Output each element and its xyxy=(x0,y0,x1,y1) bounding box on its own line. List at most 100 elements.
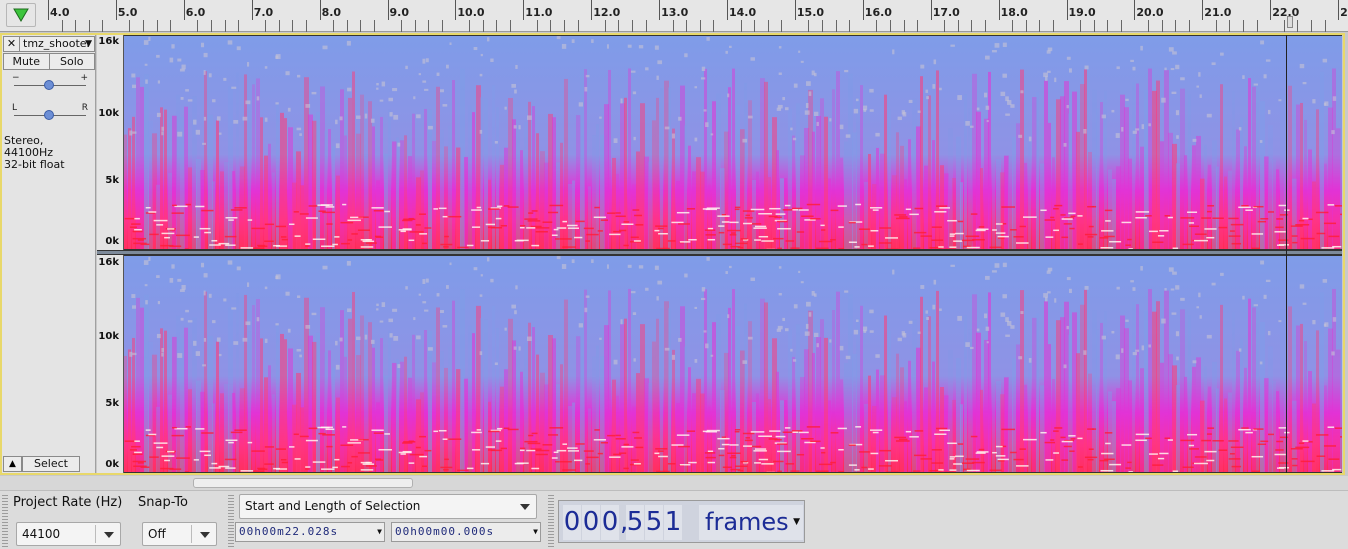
timeline-ruler[interactable]: 4.0 5.0 6.0 7.0 8.0 9.0 10.0 11.0 12.0 13.0 14.0 15… xyxy=(0,0,1348,32)
snap-to-value: Off xyxy=(148,527,166,541)
ruler-minor-tick xyxy=(917,20,919,32)
pan-slider-thumb[interactable] xyxy=(44,110,54,120)
ruler-minor-tick xyxy=(835,20,837,32)
selection-start-time[interactable]: 00h00m22.028s ▼ xyxy=(235,522,385,542)
track-name-label: tmz_shooter xyxy=(23,37,92,50)
ruler-tick-label: 9.0 xyxy=(389,6,410,19)
ruler-minor-tick xyxy=(1256,20,1258,32)
ruler-minor-tick xyxy=(143,20,145,32)
toolbar-grip[interactable] xyxy=(2,493,8,547)
ruler-minor-tick xyxy=(971,20,973,32)
ruler-tick-label: 13.0 xyxy=(661,6,689,19)
project-rate-combobox[interactable]: 44100 xyxy=(16,522,121,546)
ruler-tick-label: 8.0 xyxy=(321,6,342,19)
scale-label: 16k xyxy=(98,257,119,268)
ruler-major-tick xyxy=(455,0,457,20)
ruler-major-tick xyxy=(727,0,728,20)
chevron-down-icon xyxy=(520,504,530,510)
ruler-major-tick xyxy=(319,0,321,20)
ruler-tick-label: 15.0 xyxy=(796,6,825,19)
track-control-panel: ✕ tmz_shooter ▼ Mute Solo − + L R Stereo… xyxy=(2,35,96,473)
select-track-button[interactable]: Select xyxy=(22,456,80,472)
ruler-minor-tick xyxy=(428,20,430,32)
ruler-tick-label: 7.0 xyxy=(253,6,274,19)
ruler-tick-label: 11.0 xyxy=(525,6,553,19)
spectrogram-right-channel[interactable] xyxy=(124,255,1342,473)
track-info: Stereo, 44100Hz 32-bit float xyxy=(4,135,95,171)
spectrogram-left-channel[interactable] xyxy=(124,35,1342,250)
chevron-down-icon xyxy=(200,532,210,538)
ruler-tick-label: 6.0 xyxy=(185,6,206,19)
ruler-minor-tick xyxy=(822,20,824,32)
chevron-down-icon: ▼ xyxy=(377,527,383,536)
spectrogram-image xyxy=(124,36,1342,249)
ruler-minor-tick xyxy=(197,20,199,32)
ruler-minor-tick xyxy=(645,20,647,32)
ruler-minor-tick xyxy=(808,20,810,32)
gain-slider[interactable]: − + xyxy=(12,73,88,95)
ruler-minor-tick xyxy=(604,20,606,32)
ruler-major-tick xyxy=(387,0,389,20)
ruler-tick-label: 4.0 xyxy=(50,6,70,19)
ruler-minor-tick xyxy=(849,20,851,32)
horizontal-scrollbar[interactable] xyxy=(0,476,1348,490)
ruler-minor-tick xyxy=(1080,20,1082,32)
track-format-line: Stereo, 44100Hz xyxy=(4,134,54,159)
horizontal-scrollbar-thumb[interactable] xyxy=(193,478,413,488)
ruler-tick-label: 18.0 xyxy=(1000,6,1028,19)
ruler-major-tick xyxy=(48,0,49,20)
audio-position-display[interactable]: 000,551 frames ▼ xyxy=(558,500,805,543)
ruler-tick-label: 19.0 xyxy=(1068,6,1096,19)
snap-to-combobox[interactable]: Off xyxy=(142,522,217,546)
vertical-scale-left-channel[interactable]: 16k 10k 5k 0k xyxy=(97,35,124,250)
ruler-minor-tick xyxy=(292,20,294,32)
ruler-minor-tick xyxy=(618,20,620,32)
ruler-major-tick xyxy=(1134,0,1136,20)
ruler-major-tick xyxy=(523,0,525,20)
ruler-minor-tick xyxy=(1188,20,1190,32)
collapse-track-button[interactable]: ▲ xyxy=(3,456,22,472)
ruler-minor-tick xyxy=(1107,20,1109,32)
toolbar-grip[interactable] xyxy=(548,493,554,547)
ruler-tick-label: 20.0 xyxy=(1136,6,1164,19)
chevron-down-icon: ▼ xyxy=(85,39,92,49)
ruler-tick-label: 22.0 xyxy=(1272,6,1300,19)
vertical-scale-right-channel[interactable]: 16k 10k 5k 0k xyxy=(97,255,124,473)
audio-position-unit-menu[interactable]: frames ▼ xyxy=(699,505,803,540)
project-rate-value: 44100 xyxy=(22,527,61,541)
ruler-major-tick xyxy=(1270,0,1272,20)
ruler-minor-tick xyxy=(1012,20,1014,32)
ruler-minor-tick xyxy=(767,20,769,32)
selection-mode-combobox[interactable]: Start and Length of Selection xyxy=(239,494,537,519)
ruler-minor-tick xyxy=(631,20,633,32)
gain-minus-label: − xyxy=(12,73,20,83)
mute-button[interactable]: Mute xyxy=(3,53,50,70)
ruler-minor-tick xyxy=(238,20,240,32)
ruler-minor-tick xyxy=(346,20,348,32)
selection-length-time[interactable]: 00h00m00.000s ▼ xyxy=(391,522,541,542)
solo-button[interactable]: Solo xyxy=(49,53,95,70)
close-track-button[interactable]: ✕ xyxy=(3,36,20,52)
ruler-minor-tick xyxy=(156,20,158,32)
play-head-button[interactable] xyxy=(6,3,36,27)
toolbar-grip[interactable] xyxy=(228,493,234,547)
ruler-minor-tick xyxy=(1215,20,1217,32)
scale-label: 0k xyxy=(105,459,119,470)
ruler-tick-label: 23 xyxy=(1340,6,1348,19)
pan-left-label: L xyxy=(12,103,18,113)
ruler-minor-tick xyxy=(876,20,878,32)
ruler-minor-tick xyxy=(903,20,905,32)
gain-slider-thumb[interactable] xyxy=(44,80,54,90)
project-rate-label: Project Rate (Hz) xyxy=(13,495,123,510)
ruler-minor-tick xyxy=(1147,20,1149,32)
ruler-minor-tick xyxy=(1310,20,1312,32)
ruler-major-tick xyxy=(862,0,864,20)
ruler-minor-tick xyxy=(88,20,90,32)
ruler-minor-tick xyxy=(713,20,715,32)
selection-length-value: 00h00m00.000s xyxy=(395,525,495,538)
playback-position-marker[interactable] xyxy=(1287,16,1293,28)
ruler-minor-tick xyxy=(699,20,701,32)
pan-slider[interactable]: L R xyxy=(12,103,88,125)
track-name-menu[interactable]: tmz_shooter ▼ xyxy=(20,36,95,52)
track-title-row: ✕ tmz_shooter ▼ xyxy=(3,36,95,52)
